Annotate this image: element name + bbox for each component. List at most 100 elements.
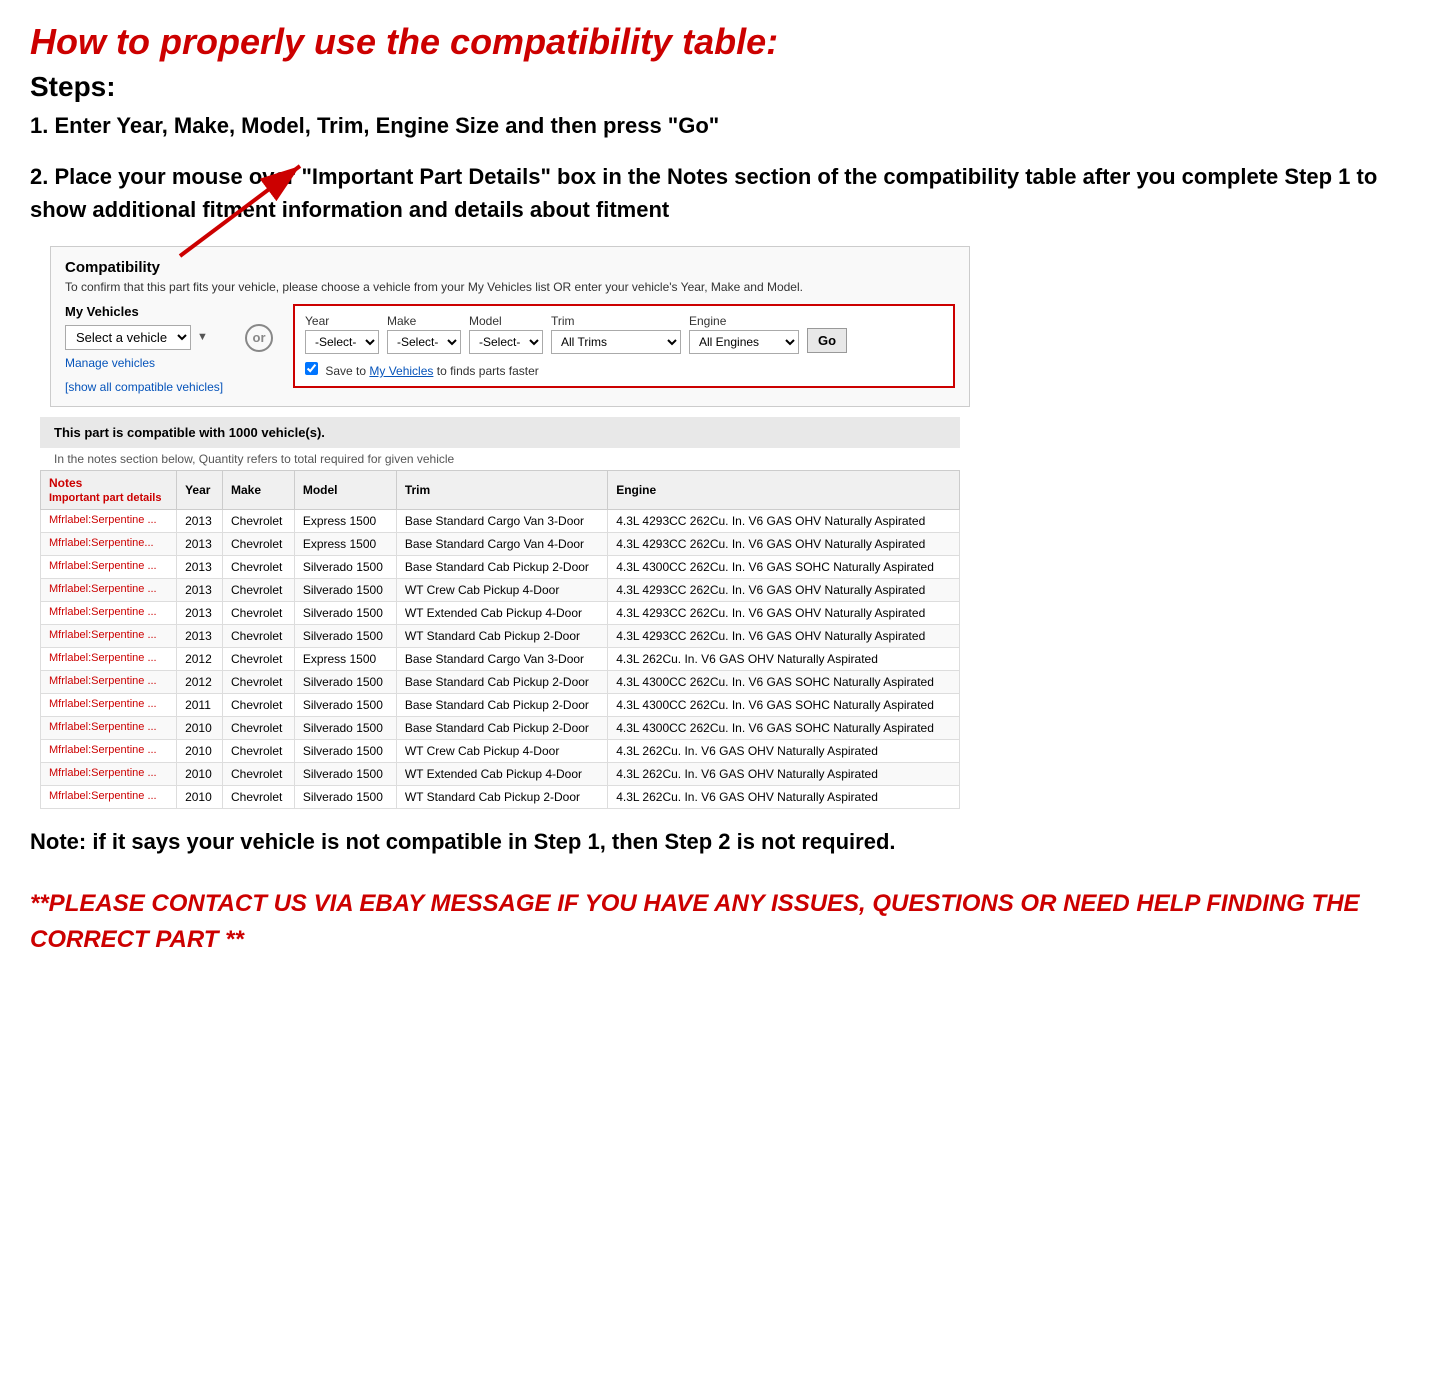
- or-circle: or: [245, 324, 273, 352]
- trim-cell: Base Standard Cab Pickup 2-Door: [396, 693, 607, 716]
- make-cell: Chevrolet: [222, 624, 294, 647]
- engine-label: Engine: [689, 314, 799, 328]
- table-row: Mfrlabel:Serpentine ...2011ChevroletSilv…: [41, 693, 960, 716]
- model-cell: Express 1500: [294, 647, 396, 670]
- trim-cell: WT Standard Cab Pickup 2-Door: [396, 785, 607, 808]
- model-cell: Silverado 1500: [294, 670, 396, 693]
- notes-cell: Mfrlabel:Serpentine ...: [41, 624, 177, 647]
- year-cell: 2010: [177, 739, 223, 762]
- notes-cell: Mfrlabel:Serpentine ...: [41, 555, 177, 578]
- trim-cell: WT Crew Cab Pickup 4-Door: [396, 739, 607, 762]
- notes-cell: Mfrlabel:Serpentine ...: [41, 693, 177, 716]
- engine-cell: 4.3L 4300CC 262Cu. In. V6 GAS SOHC Natur…: [608, 670, 960, 693]
- table-row: Mfrlabel:Serpentine ...2010ChevroletSilv…: [41, 785, 960, 808]
- engine-cell: 4.3L 4300CC 262Cu. In. V6 GAS SOHC Natur…: [608, 716, 960, 739]
- go-button[interactable]: Go: [807, 328, 847, 353]
- make-header: Make: [222, 470, 294, 509]
- model-cell: Silverado 1500: [294, 601, 396, 624]
- notes-cell: Mfrlabel:Serpentine ...: [41, 509, 177, 532]
- year-cell: 2010: [177, 716, 223, 739]
- year-cell: 2013: [177, 601, 223, 624]
- table-header: Notes Important part details Year Make M…: [41, 470, 960, 509]
- make-cell: Chevrolet: [222, 739, 294, 762]
- trim-select[interactable]: All Trims: [551, 330, 681, 354]
- engine-select[interactable]: All Engines: [689, 330, 799, 354]
- engine-cell: 4.3L 262Cu. In. V6 GAS OHV Naturally Asp…: [608, 785, 960, 808]
- model-cell: Silverado 1500: [294, 693, 396, 716]
- my-vehicles-label: My Vehicles: [65, 304, 225, 319]
- steps-heading: Steps:: [30, 71, 1415, 103]
- year-cell: 2013: [177, 532, 223, 555]
- select-vehicle-dropdown[interactable]: Select a vehicle: [65, 325, 191, 350]
- trim-cell: Base Standard Cargo Van 3-Door: [396, 647, 607, 670]
- model-cell: Silverado 1500: [294, 555, 396, 578]
- trim-header: Trim: [396, 470, 607, 509]
- table-row: Mfrlabel:Serpentine ...2013ChevroletSilv…: [41, 601, 960, 624]
- make-cell: Chevrolet: [222, 716, 294, 739]
- table-body: Mfrlabel:Serpentine ...2013ChevroletExpr…: [41, 509, 960, 808]
- engine-cell: 4.3L 4293CC 262Cu. In. V6 GAS OHV Natura…: [608, 601, 960, 624]
- manage-vehicles-link[interactable]: Manage vehicles: [65, 356, 225, 370]
- show-all-link[interactable]: [show all compatible vehicles]: [65, 380, 225, 394]
- model-cell: Silverado 1500: [294, 624, 396, 647]
- my-vehicles-link[interactable]: My Vehicles: [369, 364, 433, 378]
- year-select[interactable]: -Select-: [305, 330, 379, 354]
- save-checkbox[interactable]: [305, 362, 318, 375]
- engine-cell: 4.3L 4293CC 262Cu. In. V6 GAS OHV Natura…: [608, 509, 960, 532]
- dropdown-arrow-icon: ▼: [197, 331, 208, 343]
- year-cell: 2010: [177, 785, 223, 808]
- table-row: Mfrlabel:Serpentine ...2012ChevroletExpr…: [41, 647, 960, 670]
- notes-cell: Mfrlabel:Serpentine ...: [41, 762, 177, 785]
- engine-cell: 4.3L 4300CC 262Cu. In. V6 GAS SOHC Natur…: [608, 693, 960, 716]
- model-field-group: Model -Select-: [469, 314, 543, 354]
- make-select[interactable]: -Select-: [387, 330, 461, 354]
- trim-cell: Base Standard Cargo Van 3-Door: [396, 509, 607, 532]
- engine-cell: 4.3L 262Cu. In. V6 GAS OHV Naturally Asp…: [608, 739, 960, 762]
- make-cell: Chevrolet: [222, 601, 294, 624]
- notes-cell: Mfrlabel:Serpentine ...: [41, 647, 177, 670]
- table-row: Mfrlabel:Serpentine ...2010ChevroletSilv…: [41, 762, 960, 785]
- make-cell: Chevrolet: [222, 785, 294, 808]
- trim-cell: Base Standard Cab Pickup 2-Door: [396, 716, 607, 739]
- trim-cell: WT Extended Cab Pickup 4-Door: [396, 601, 607, 624]
- engine-cell: 4.3L 4300CC 262Cu. In. V6 GAS SOHC Natur…: [608, 555, 960, 578]
- notes-header-text: Notes: [49, 476, 82, 490]
- engine-cell: 4.3L 4293CC 262Cu. In. V6 GAS OHV Natura…: [608, 578, 960, 601]
- step1-text: 1. Enter Year, Make, Model, Trim, Engine…: [30, 111, 1415, 142]
- model-cell: Silverado 1500: [294, 716, 396, 739]
- year-cell: 2012: [177, 670, 223, 693]
- year-make-row: Year -Select- Make -Select- Model: [305, 314, 943, 354]
- table-row: Mfrlabel:Serpentine ...2010ChevroletSilv…: [41, 739, 960, 762]
- trim-field-group: Trim All Trims: [551, 314, 681, 354]
- notes-cell: Mfrlabel:Serpentine ...: [41, 716, 177, 739]
- model-cell: Silverado 1500: [294, 762, 396, 785]
- make-cell: Chevrolet: [222, 693, 294, 716]
- trim-label: Trim: [551, 314, 681, 328]
- model-cell: Express 1500: [294, 532, 396, 555]
- compat-title: Compatibility: [65, 259, 955, 276]
- year-cell: 2013: [177, 624, 223, 647]
- year-label: Year: [305, 314, 379, 328]
- trim-cell: Base Standard Cargo Van 4-Door: [396, 532, 607, 555]
- compatibility-table: Notes Important part details Year Make M…: [40, 470, 960, 809]
- notes-cell: Mfrlabel:Serpentine ...: [41, 739, 177, 762]
- notes-cell: Mfrlabel:Serpentine...: [41, 532, 177, 555]
- notes-cell: Mfrlabel:Serpentine ...: [41, 670, 177, 693]
- make-cell: Chevrolet: [222, 509, 294, 532]
- table-row: Mfrlabel:Serpentine ...2012ChevroletSilv…: [41, 670, 960, 693]
- make-cell: Chevrolet: [222, 532, 294, 555]
- notes-header: Notes Important part details: [41, 470, 177, 509]
- compat-body: My Vehicles Select a vehicle ▼ Manage ve…: [65, 304, 955, 394]
- model-select[interactable]: -Select-: [469, 330, 543, 354]
- important-part-details-header: Important part details: [49, 492, 161, 504]
- model-cell: Silverado 1500: [294, 739, 396, 762]
- trim-cell: WT Extended Cab Pickup 4-Door: [396, 762, 607, 785]
- arrow-container: Compatibility To confirm that this part …: [40, 246, 1000, 407]
- my-vehicles-section: My Vehicles Select a vehicle ▼ Manage ve…: [65, 304, 225, 394]
- year-header: Year: [177, 470, 223, 509]
- trim-cell: Base Standard Cab Pickup 2-Door: [396, 555, 607, 578]
- engine-cell: 4.3L 4293CC 262Cu. In. V6 GAS OHV Natura…: [608, 624, 960, 647]
- save-label: Save to My Vehicles to finds parts faste…: [325, 364, 538, 378]
- make-cell: Chevrolet: [222, 762, 294, 785]
- notes-cell: Mfrlabel:Serpentine ...: [41, 578, 177, 601]
